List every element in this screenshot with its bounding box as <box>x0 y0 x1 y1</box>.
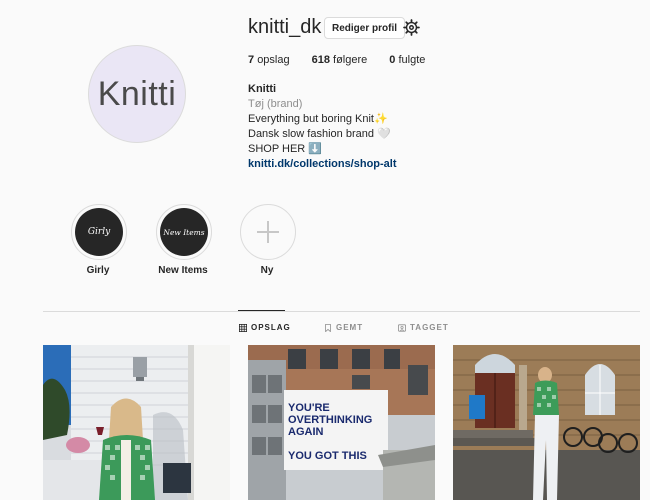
stat-following[interactable]: 0 fulgte <box>389 54 425 66</box>
profile-username: knitti_dk <box>248 16 322 38</box>
post-thumbnail[interactable]: YOU'RE OVERTHINKING AGAIN YOU GOT THIS <box>248 345 435 500</box>
highlight-cover: New Items <box>160 208 208 256</box>
stat-followers-label: følgere <box>333 54 368 66</box>
bookmark-icon <box>325 323 331 332</box>
tab-posts[interactable]: OPSLAG <box>239 323 291 332</box>
stat-followers-count: 618 <box>311 54 330 66</box>
grid-icon <box>239 323 247 332</box>
post-thumbnail[interactable] <box>43 345 230 500</box>
sign-line: YOU'RE <box>288 402 330 414</box>
bio-line-1: Everything but boring Knit✨ <box>248 113 388 125</box>
tab-label: GEMT <box>336 323 364 332</box>
bio-category: Tøj (brand) <box>248 98 303 110</box>
stat-followers[interactable]: 618 følgere <box>312 54 368 66</box>
post-image: YOU'RE OVERTHINKING AGAIN YOU GOT THIS <box>248 345 435 500</box>
new-highlight-button[interactable] <box>240 204 296 260</box>
highlight-cover-text: Girly <box>87 227 111 237</box>
sign-line: AGAIN <box>288 426 324 438</box>
stat-posts-count: 7 <box>248 54 255 66</box>
highlight-label: New Items <box>158 265 208 276</box>
bio-line-3: SHOP HER ⬇️ <box>248 143 323 155</box>
post-image <box>453 345 640 500</box>
sign-line: YOU GOT THIS <box>288 450 367 462</box>
profile-avatar[interactable]: Knitti <box>88 45 186 143</box>
post-thumbnail[interactable] <box>453 345 640 500</box>
profile-bio: Knitti Tøj (brand) Everything but boring… <box>248 82 397 172</box>
highlight-cover: Girly <box>75 208 123 256</box>
active-tab-indicator <box>238 310 285 311</box>
bio-link[interactable]: knitti.dk/collections/shop-alt <box>248 157 397 172</box>
bio-line-2: Dansk slow fashion brand 🤍 <box>248 128 391 140</box>
tag-icon <box>398 323 406 332</box>
highlight-girly[interactable]: Girly <box>71 204 127 260</box>
profile-stats: 7 opslag 618 følgere 0 fulgte <box>248 54 447 66</box>
tab-label: TAGGET <box>410 323 449 332</box>
plus-icon <box>257 221 279 243</box>
edit-profile-button[interactable]: Rediger profil <box>324 17 406 39</box>
highlight-new-items[interactable]: New Items <box>156 204 212 260</box>
avatar-logo-text: Knitti <box>97 74 177 113</box>
sign-line: OVERTHINKING <box>288 414 372 426</box>
stat-posts: 7 opslag <box>248 54 290 66</box>
highlight-label: Ny <box>260 265 274 276</box>
highlight-label: Girly <box>86 265 110 276</box>
settings-gear-icon[interactable] <box>403 19 420 36</box>
post-image <box>43 345 230 500</box>
highlight-cover-text: New Items <box>163 227 205 237</box>
tab-tagged[interactable]: TAGGET <box>398 323 449 332</box>
stat-posts-label: opslag <box>257 54 290 66</box>
tabs-divider <box>43 311 640 312</box>
stat-following-count: 0 <box>389 54 396 66</box>
tab-label: OPSLAG <box>251 323 291 332</box>
bio-name: Knitti <box>248 83 277 95</box>
tab-saved[interactable]: GEMT <box>324 323 363 332</box>
stat-following-label: fulgte <box>398 54 426 66</box>
